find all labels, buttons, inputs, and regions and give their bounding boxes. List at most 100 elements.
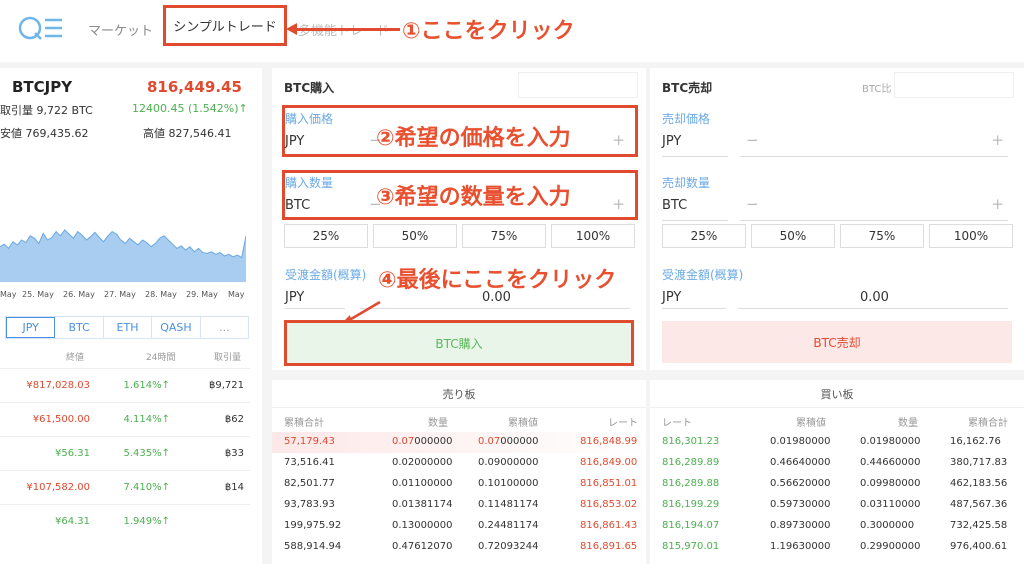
bid-row[interactable]: 816,194.07 0.89730000 0.3000000 732,425.58 [650,516,1024,537]
bid-qty-trail: 0000 [895,457,921,468]
tab-more[interactable]: ... [201,317,248,338]
bid-col-cum-value: 累積値 [796,418,826,429]
bid-cum-value-main: 0.4664 [770,457,805,468]
bid-qty-trail: 0000 [895,499,921,510]
market-change: 4.114%↑ [123,414,170,425]
ask-cum-value-main: 0.07 [478,436,501,447]
bid-qty-main: 0.3 [860,520,876,531]
pct-25-button[interactable]: 25% [284,224,368,248]
chart-date-label: May [228,290,245,299]
pct-75-button[interactable]: 75% [840,224,924,248]
market-change: 5.435%↑ [123,448,170,459]
ask-rate: 816,853.02 [580,499,638,510]
top-header: マーケット シンプルトレード 多機能トレード ①ここをクリック [0,0,1024,62]
volume-text: 取引量 9,722 BTC [0,104,93,117]
bid-qty-trail: 00000 [888,541,921,552]
ask-rate: 816,891.65 [580,541,638,552]
bid-qty: 0.09980000 [860,478,920,489]
bid-cum-total: 732,425.58 [950,520,1008,531]
market-volume: ฿33 [224,448,244,459]
bid-row[interactable]: 816,289.88 0.56620000 0.09980000 462,183.56 [650,474,1024,495]
bid-qty: 0.29900000 [860,541,920,552]
buy-est-value: 0.00 [482,290,511,305]
bid-rate: 816,199.29 [662,499,720,510]
bid-cum-total: 16,162.76 [950,436,1001,447]
ask-cum-value-main: 0.24481174 [478,520,539,531]
minus-icon[interactable]: − [746,131,759,149]
tab-btc[interactable]: BTC [55,317,104,338]
nav-market[interactable]: マーケット [88,20,153,39]
bid-cum-value: 0.46640000 [770,457,830,468]
plus-icon[interactable]: + [612,131,625,149]
qe-logo[interactable] [18,14,66,42]
minus-icon[interactable]: − [746,195,759,213]
pct-50-button[interactable]: 50% [373,224,457,248]
bid-col-qty: 数量 [898,418,918,429]
market-row[interactable]: ¥107,582.00 7.410%↑ ฿14 [0,470,250,504]
ask-qty-main: 0.13 [392,520,415,531]
divider [285,308,345,309]
pct-25-button[interactable]: 25% [662,224,746,248]
bid-row[interactable]: 815,970.01 1.19630000 0.29900000 976,400.61 [650,537,1024,558]
bid-qty-main: 0.0198 [860,436,895,447]
bid-cum-value-main: 0.8973 [770,520,805,531]
ask-qty: 0.01100000 [392,478,452,489]
ask-col-rate: レート [608,418,638,429]
bid-row[interactable]: 816,199.29 0.59730000 0.03110000 487,567.36 [650,495,1024,516]
ask-cum-total: 93,783.93 [284,499,335,510]
sell-price-field[interactable]: JPY − + [662,131,1008,170]
ask-qty: 0.07000000 [392,436,452,447]
market-volume: ฿9,721 [209,380,244,391]
price-area [0,229,246,282]
ask-row[interactable]: 82,501.77 0.01100000 0.10100000 816,851.01 [272,474,646,495]
tab-jpy[interactable]: JPY [6,317,56,338]
buy-button[interactable]: BTC購入 [284,320,634,366]
plus-icon[interactable]: + [991,195,1004,213]
market-row[interactable]: ¥817,028.03 1.614%↑ ฿9,721 [0,368,250,402]
pct-75-button[interactable]: 75% [462,224,546,248]
ask-row[interactable]: 588,914.94 0.47612070 0.72093244 816,891.65 [272,537,646,558]
bid-cum-value: 0.59730000 [770,499,830,510]
ask-col-qty: 数量 [428,418,448,429]
annotation-step-2: ②希望の価格を入力 [376,126,571,151]
pair-name: BTCJPY [12,78,73,96]
bid-rate: 816,289.88 [662,478,720,489]
tab-eth[interactable]: ETH [104,317,153,338]
bid-cum-value-main: 0.5662 [770,478,805,489]
annotation-step-3: ③希望の数量を入力 [376,185,571,210]
market-row[interactable]: ¥64.31 1.949%↑ [0,504,250,538]
sell-est-unit: JPY [662,290,682,305]
market-row[interactable]: ¥61,500.00 4.114%↑ ฿62 [0,402,250,436]
ask-row[interactable]: 199,975.92 0.13000000 0.24481174 816,861.43 [272,516,646,537]
sell-button[interactable]: BTC売却 [662,321,1012,363]
ask-qty-main: 0.07 [392,436,415,447]
divider [662,308,726,309]
buy-title: BTC購入 [284,81,335,95]
pct-100-button[interactable]: 100% [551,224,635,248]
sell-price-label: 売却価格 [662,112,711,126]
ask-cum-value: 0.09000000 [478,457,538,468]
bid-row[interactable]: 816,301.23 0.01980000 0.01980000 16,162.76 [650,432,1024,453]
ask-row[interactable]: 57,179.43 0.07000000 0.07000000 816,848.99 [272,432,646,453]
bid-cum-total: 462,183.56 [950,478,1008,489]
bid-cum-total: 976,400.61 [950,541,1008,552]
bid-row[interactable]: 816,289.89 0.46640000 0.44660000 380,717.83 [650,453,1024,474]
bid-rate: 816,194.07 [662,520,720,531]
ask-cum-value: 0.07000000 [478,436,538,447]
pct-50-button[interactable]: 50% [751,224,835,248]
bid-cum-value: 0.01980000 [770,436,830,447]
ask-qty-main: 0.02 [392,457,415,468]
market-volume: ฿14 [224,482,244,493]
pct-100-button[interactable]: 100% [929,224,1013,248]
high-text: 高値 827,546.41 [143,127,232,140]
ask-row[interactable]: 73,516.41 0.02000000 0.09000000 816,849.00 [272,453,646,474]
plus-icon[interactable]: + [991,131,1004,149]
tab-qash[interactable]: QASH [152,317,201,338]
market-row[interactable]: ¥56.31 5.435%↑ ฿33 [0,436,250,470]
bid-cum-value: 1.19630000 [770,541,830,552]
ask-row[interactable]: 93,783.93 0.01381174 0.11481174 816,853.02 [272,495,646,516]
nav-simple-trade[interactable]: シンプルトレード [163,5,287,46]
ask-cum-total: 82,501.77 [284,478,335,489]
plus-icon[interactable]: + [612,195,625,213]
bid-book-title: 買い板 [650,380,1024,408]
